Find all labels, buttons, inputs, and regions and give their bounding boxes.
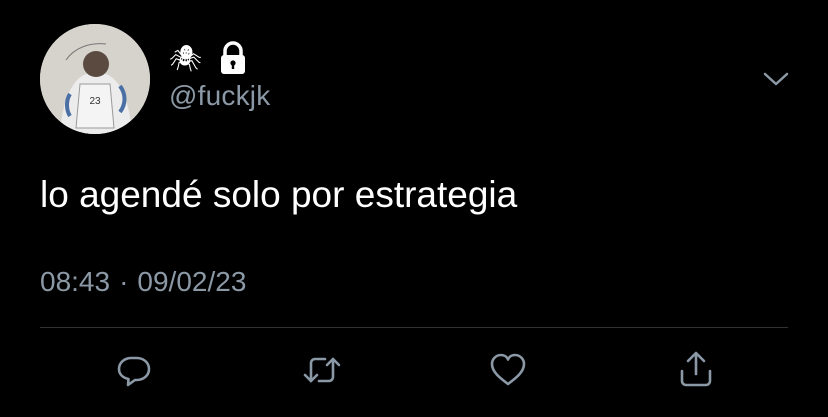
heart-icon [490, 353, 526, 386]
tweet-time: 08:43 [40, 266, 111, 297]
like-button[interactable] [488, 350, 528, 390]
share-button[interactable] [676, 350, 716, 390]
user-handle[interactable]: @fuckjk [169, 80, 270, 112]
svg-text:23: 23 [89, 96, 101, 107]
lock-icon [216, 40, 250, 76]
tweet-date: 09/02/23 [137, 266, 247, 297]
reply-icon [117, 356, 151, 387]
retweet-button[interactable] [302, 350, 342, 390]
tweet-timestamp[interactable]: 08:43 · 09/02/23 [40, 266, 246, 298]
name-row: 🕷 [169, 40, 250, 76]
chevron-down-icon[interactable] [760, 66, 792, 90]
tweet-text: lo agendé solo por estrategia [40, 174, 518, 215]
avatar[interactable]: 23 [40, 24, 150, 134]
avatar-image: 23 [40, 24, 150, 134]
display-name[interactable]: 🕷 [169, 40, 202, 76]
divider [40, 327, 788, 328]
tweet-card: 23 🕷 @fuckjk lo agendé solo por estrateg… [0, 0, 828, 417]
reply-button[interactable] [114, 350, 154, 390]
timestamp-separator: · [119, 266, 129, 297]
retweet-icon [303, 357, 341, 383]
share-icon [680, 351, 712, 387]
